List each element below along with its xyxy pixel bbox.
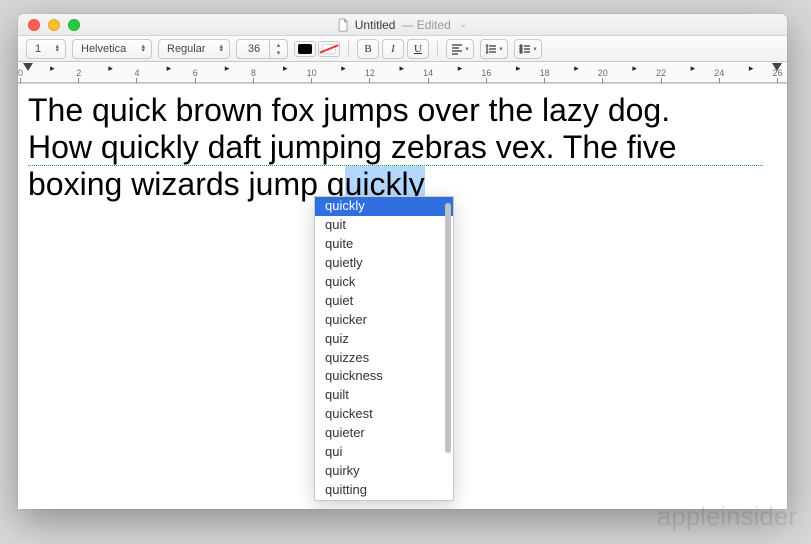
document-body[interactable]: The quick brown fox jumps over the lazy … bbox=[18, 84, 787, 509]
autocomplete-item[interactable]: quickest bbox=[315, 405, 453, 424]
italic-button[interactable]: I bbox=[382, 39, 404, 59]
font-size-value: 36 bbox=[248, 43, 260, 55]
font-family-select[interactable]: Helvetica ▴▾ bbox=[72, 39, 152, 59]
ruler-tick: 6 bbox=[195, 78, 196, 83]
ruler-tick: 26 bbox=[777, 78, 778, 83]
autocomplete-item[interactable]: quirky bbox=[315, 462, 453, 481]
tab-stop-marker[interactable]: ▸ bbox=[283, 63, 288, 74]
app-window: Untitled — Edited ⌄ 1 ▴▾ Helvetica ▴▾ Re… bbox=[18, 14, 787, 509]
text-style-group: B I U bbox=[357, 39, 429, 59]
font-style-value: Regular bbox=[167, 43, 206, 55]
autocomplete-popup: quicklyquitquitequietlyquickquietquicker… bbox=[314, 196, 454, 501]
font-size-input[interactable]: 36 bbox=[236, 39, 270, 59]
paragraph-style-select[interactable]: 1 ▴▾ bbox=[26, 39, 66, 59]
autocomplete-item[interactable]: quieter bbox=[315, 424, 453, 443]
bold-button[interactable]: B bbox=[357, 39, 379, 59]
text-line[interactable]: How quickly daft jumping zebras vex. The… bbox=[28, 129, 777, 166]
tab-stop-marker[interactable]: ▸ bbox=[341, 63, 346, 74]
underline-button[interactable]: U bbox=[407, 39, 429, 59]
ruler-tick: 18 bbox=[544, 78, 545, 83]
popup-scrollbar-thumb[interactable] bbox=[445, 203, 451, 453]
titlebar: Untitled — Edited ⌄ bbox=[18, 14, 787, 36]
list-icon bbox=[519, 43, 531, 55]
format-toolbar: 1 ▴▾ Helvetica ▴▾ Regular ▴▾ 36 ▴▾ B I U bbox=[18, 36, 787, 62]
title-wrap: Untitled — Edited ⌄ bbox=[18, 14, 787, 35]
ruler-tick: 12 bbox=[369, 78, 370, 83]
ruler-tick: 10 bbox=[311, 78, 312, 83]
document-icon bbox=[338, 18, 349, 32]
color-swatches bbox=[294, 41, 340, 57]
separator bbox=[348, 41, 349, 57]
autocomplete-item[interactable]: quizzes bbox=[315, 349, 453, 368]
chevron-down-icon: ▾ bbox=[499, 45, 503, 53]
ruler-tick: 20 bbox=[602, 78, 603, 83]
autocomplete-item[interactable]: quickly bbox=[315, 197, 453, 216]
autocomplete-item[interactable]: quick bbox=[315, 273, 453, 292]
tab-stop-marker[interactable]: ▸ bbox=[516, 63, 521, 74]
close-button[interactable] bbox=[28, 19, 40, 31]
list-style-button[interactable]: ▾ bbox=[514, 39, 542, 59]
ruler-tick: 14 bbox=[428, 78, 429, 83]
alignment-button[interactable]: ▾ bbox=[446, 39, 474, 59]
window-edited-status: — Edited bbox=[401, 18, 450, 32]
autocomplete-item[interactable]: quitting bbox=[315, 481, 453, 500]
stepper-icon: ▴▾ bbox=[55, 45, 59, 53]
minimize-button[interactable] bbox=[48, 19, 60, 31]
font-family-value: Helvetica bbox=[81, 43, 126, 55]
ruler-tick: 22 bbox=[661, 78, 662, 83]
align-left-icon bbox=[451, 43, 463, 55]
line-spacing-button[interactable]: ▾ bbox=[480, 39, 508, 59]
chevron-down-icon: ▾ bbox=[465, 45, 469, 53]
separator bbox=[437, 41, 438, 57]
autocomplete-item[interactable]: quietly bbox=[315, 254, 453, 273]
ruler-tick: 2 bbox=[78, 78, 79, 83]
tab-stop-marker[interactable]: ▸ bbox=[167, 63, 172, 74]
ruler-tick: 24 bbox=[719, 78, 720, 83]
autocomplete-item[interactable]: quite bbox=[315, 235, 453, 254]
tab-stop-marker[interactable]: ▸ bbox=[50, 63, 55, 74]
grammar-underline bbox=[28, 165, 763, 166]
autocomplete-item[interactable]: quit bbox=[315, 216, 453, 235]
text-line[interactable]: The quick brown fox jumps over the lazy … bbox=[28, 92, 777, 129]
tab-stop-marker[interactable]: ▸ bbox=[458, 63, 463, 74]
stepper-icon: ▴▾ bbox=[219, 45, 223, 53]
chevron-down-icon: ▾ bbox=[533, 45, 537, 53]
line-spacing-icon bbox=[485, 43, 497, 55]
popup-scrollbar[interactable] bbox=[444, 199, 452, 498]
font-size-group: 36 ▴▾ bbox=[236, 39, 288, 59]
ruler-tick: 8 bbox=[253, 78, 254, 83]
tab-stop-marker[interactable]: ▸ bbox=[225, 63, 230, 74]
tab-stop-marker[interactable]: ▸ bbox=[400, 63, 405, 74]
paragraph-style-value: 1 bbox=[35, 43, 41, 55]
ruler-tick: 0 bbox=[20, 78, 21, 83]
ruler-tick: 16 bbox=[486, 78, 487, 83]
title-dropdown-icon[interactable]: ⌄ bbox=[459, 19, 467, 30]
tab-stop-marker[interactable]: ▸ bbox=[108, 63, 113, 74]
autocomplete-item[interactable]: quicker bbox=[315, 311, 453, 330]
tab-stop-marker[interactable]: ▸ bbox=[632, 63, 637, 74]
autocomplete-item[interactable]: quiet bbox=[315, 292, 453, 311]
font-size-stepper[interactable]: ▴▾ bbox=[270, 39, 288, 59]
first-line-indent-marker[interactable] bbox=[22, 62, 34, 72]
highlight-color-button[interactable] bbox=[318, 41, 340, 57]
ruler-tick: 4 bbox=[136, 78, 137, 83]
autocomplete-item[interactable]: quickness bbox=[315, 367, 453, 386]
autocomplete-item[interactable]: quilt bbox=[315, 386, 453, 405]
tab-stop-marker[interactable]: ▸ bbox=[749, 63, 754, 74]
autocomplete-item[interactable]: qui bbox=[315, 443, 453, 462]
zoom-button[interactable] bbox=[68, 19, 80, 31]
stepper-icon: ▴▾ bbox=[141, 45, 145, 53]
autocomplete-item[interactable]: quiz bbox=[315, 330, 453, 349]
window-title: Untitled bbox=[355, 18, 396, 32]
tab-stop-marker[interactable]: ▸ bbox=[574, 63, 579, 74]
ruler[interactable]: 02468101214161820222426▸▸▸▸▸▸▸▸▸▸▸▸▸ bbox=[18, 62, 787, 84]
text-color-button[interactable] bbox=[294, 41, 316, 57]
window-controls bbox=[18, 19, 80, 31]
tab-stop-marker[interactable]: ▸ bbox=[691, 63, 696, 74]
font-style-select[interactable]: Regular ▴▾ bbox=[158, 39, 230, 59]
